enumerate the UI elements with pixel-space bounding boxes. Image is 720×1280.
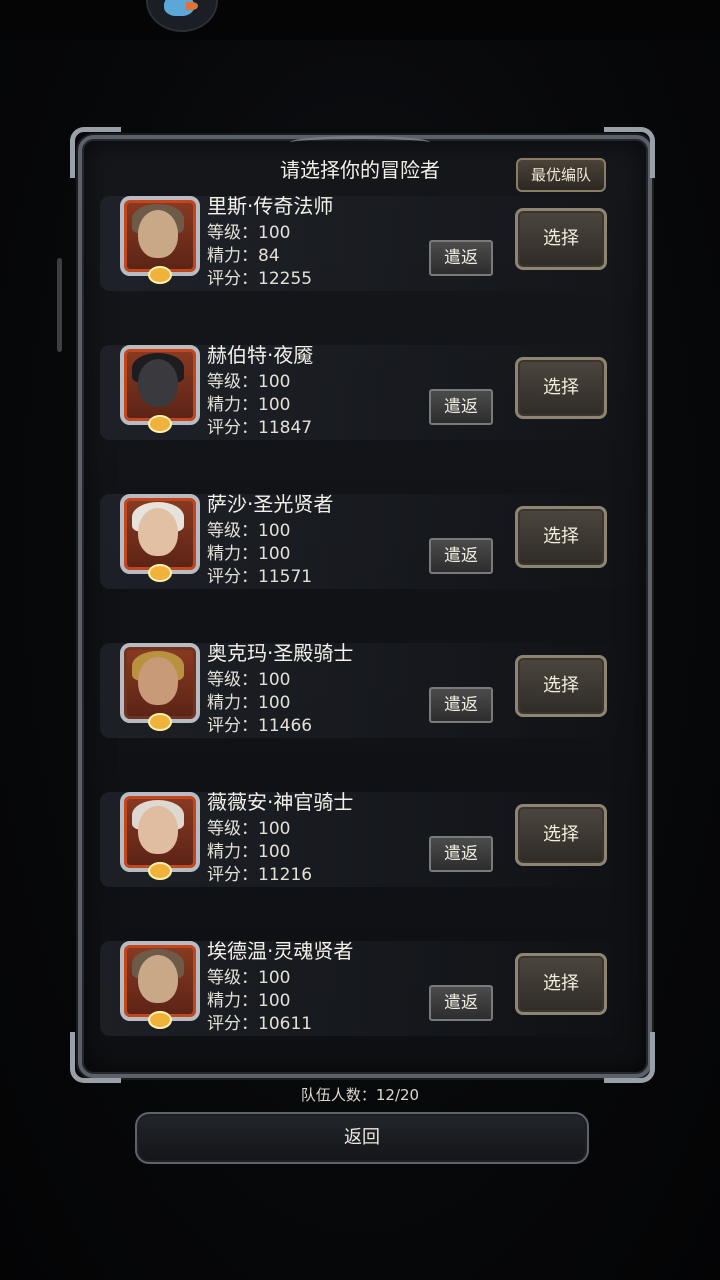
hero-level: 等级：100: [207, 670, 291, 690]
hero-portrait[interactable]: [120, 792, 200, 872]
dismiss-button[interactable]: 遣返: [429, 538, 493, 574]
medal-icon: [148, 266, 172, 284]
hero-list[interactable]: 里斯·传奇法师 等级：100 精力：84 评分：12255 遣返 选择 赫伯特·…: [100, 196, 620, 1046]
page-title: 请选择你的冒险者: [280, 158, 440, 182]
dismiss-button[interactable]: 遣返: [429, 240, 493, 276]
dismiss-button[interactable]: 遣返: [429, 985, 493, 1021]
hero-row: 奥克玛·圣殿骑士 等级：100 精力：100 评分：11466 遣返 选择: [100, 641, 620, 738]
app-avatar[interactable]: [146, 0, 218, 32]
select-button[interactable]: 选择: [515, 506, 607, 568]
dismiss-button[interactable]: 遣返: [429, 687, 493, 723]
hero-portrait[interactable]: [120, 345, 200, 425]
back-button[interactable]: 返回: [135, 1112, 589, 1164]
hero-level: 等级：100: [207, 372, 291, 392]
select-button[interactable]: 选择: [515, 804, 607, 866]
hero-level: 等级：100: [207, 819, 291, 839]
medal-icon: [148, 564, 172, 582]
best-team-button[interactable]: 最优编队: [516, 158, 606, 192]
hero-energy: 精力：100: [207, 395, 291, 415]
hero-score: 评分：11847: [207, 418, 313, 438]
hero-name: 萨沙·圣光贤者: [207, 492, 334, 516]
hero-row: 萨沙·圣光贤者 等级：100 精力：100 评分：11571 遣返 选择: [100, 492, 620, 589]
hero-score: 评分：12255: [207, 269, 313, 289]
team-count: 队伍人数：12/20: [300, 1086, 420, 1104]
hero-name: 奥克玛·圣殿骑士: [207, 641, 354, 665]
hero-name: 赫伯特·夜魇: [207, 343, 314, 367]
hero-name: 埃德温·灵魂贤者: [207, 939, 354, 963]
hero-row: 里斯·传奇法师 等级：100 精力：84 评分：12255 遣返 选择: [100, 196, 620, 291]
dismiss-button[interactable]: 遣返: [429, 836, 493, 872]
hero-score: 评分：11216: [207, 865, 313, 885]
hero-portrait[interactable]: [120, 494, 200, 574]
select-button[interactable]: 选择: [515, 357, 607, 419]
select-button[interactable]: 选择: [515, 208, 607, 270]
panel-corner-ornament: [70, 127, 121, 178]
hero-name: 里斯·传奇法师: [207, 196, 334, 218]
scroll-handle[interactable]: [57, 258, 62, 352]
hero-portrait[interactable]: [120, 941, 200, 1021]
hero-row: 赫伯特·夜魇 等级：100 精力：100 评分：11847 遣返 选择: [100, 343, 620, 440]
hero-level: 等级：100: [207, 968, 291, 988]
hero-energy: 精力：100: [207, 693, 291, 713]
hero-energy: 精力：100: [207, 991, 291, 1011]
select-button[interactable]: 选择: [515, 655, 607, 717]
hero-score: 评分：11571: [207, 567, 313, 587]
hero-name: 薇薇安·神官骑士: [207, 790, 354, 814]
medal-icon: [148, 713, 172, 731]
dismiss-button[interactable]: 遣返: [429, 389, 493, 425]
hero-level: 等级：100: [207, 223, 291, 243]
hero-row: 薇薇安·神官骑士 等级：100 精力：100 评分：11216 遣返 选择: [100, 790, 620, 887]
hero-level: 等级：100: [207, 521, 291, 541]
hero-energy: 精力：100: [207, 842, 291, 862]
medal-icon: [148, 1011, 172, 1029]
hero-portrait[interactable]: [120, 196, 200, 276]
hero-portrait[interactable]: [120, 643, 200, 723]
hero-energy: 精力：100: [207, 544, 291, 564]
hero-score: 评分：11466: [207, 716, 313, 736]
hero-energy: 精力：84: [207, 246, 280, 266]
title-ornament: [290, 136, 430, 149]
bird-avatar-icon: [164, 0, 198, 16]
hero-score: 评分：10611: [207, 1014, 313, 1034]
medal-icon: [148, 862, 172, 880]
hero-row: 埃德温·灵魂贤者 等级：100 精力：100 评分：10611 遣返 选择: [100, 939, 620, 1036]
medal-icon: [148, 415, 172, 433]
panel-corner-ornament: [604, 127, 655, 178]
select-button[interactable]: 选择: [515, 953, 607, 1015]
